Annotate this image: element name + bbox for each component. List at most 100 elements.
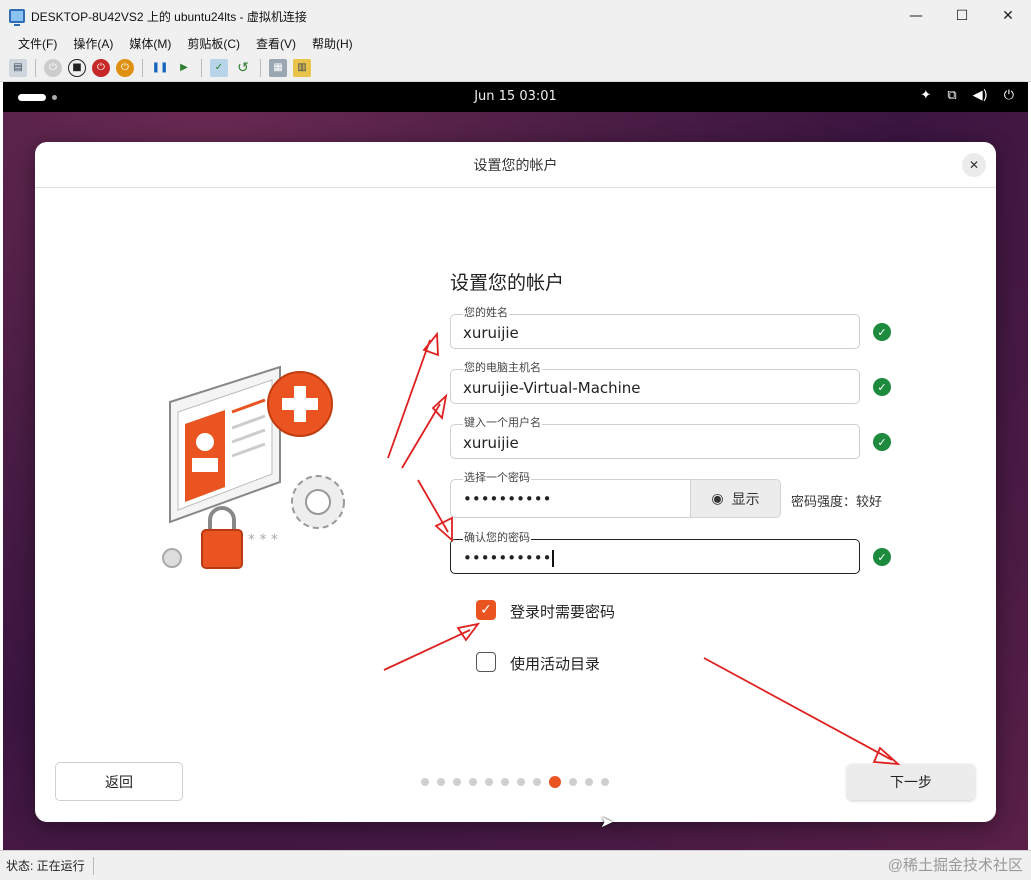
toolbar-divider [260, 58, 261, 77]
name-valid-icon: ✓ [873, 323, 891, 341]
status-text: 状态: 正在运行 [6, 859, 85, 873]
account-illustration: * * * [162, 365, 345, 569]
name-label: 您的姓名 [463, 306, 509, 319]
username-value: xuruijie [463, 434, 519, 452]
pause-icon[interactable]: ❚❚ [151, 59, 169, 77]
volume-icon[interactable]: ◀) [973, 88, 988, 103]
toolbar-divider [201, 58, 202, 77]
toolbar-divider [35, 58, 36, 77]
plus-badge-illustration [267, 371, 333, 437]
hostname-field[interactable]: 您的电脑主机名 xuruijie-Virtual-Machine [450, 362, 860, 404]
revert-icon[interactable]: ↺ [234, 59, 252, 77]
gnome-top-bar: Jun 15 03:01 ✦ ⧉ ◀) ⏻ [3, 82, 1028, 112]
progress-dot [601, 778, 609, 786]
network-icon[interactable]: ⧉ [947, 88, 956, 103]
password-field[interactable]: 选择一个密码 •••••••••• [450, 472, 692, 518]
back-button[interactable]: 返回 [55, 762, 183, 801]
show-password-label: 显示 [731, 491, 760, 508]
menubar: 文件(F) 操作(A) 媒体(M) 剪贴板(C) 查看(V) 帮助(H) [0, 32, 1031, 54]
window-controls: — ☐ ✕ [893, 0, 1031, 32]
confirm-password-field[interactable]: 确认您的密码 •••••••••• [450, 532, 860, 574]
password-asterisks: * * * [248, 532, 278, 548]
next-button[interactable]: 下一步 [847, 764, 975, 800]
checkpoint-icon[interactable]: ✓ [210, 58, 228, 77]
password-value: •••••••••• [463, 490, 552, 508]
mouse-pointer-icon: ➤ [600, 812, 614, 831]
status-divider [92, 856, 94, 875]
password-label: 选择一个密码 [463, 471, 531, 484]
dialog-header: 设置您的帐户 ✕ [35, 142, 996, 188]
minimize-button[interactable]: — [893, 0, 939, 32]
turn-off-icon[interactable]: ■ [68, 58, 86, 77]
power-icon[interactable]: ⏻ [1004, 88, 1014, 103]
menu-view[interactable]: 查看(V) [248, 35, 304, 52]
statusbar: 状态: 正在运行 [0, 850, 1031, 880]
active-directory-label[interactable]: 使用活动目录 [510, 653, 600, 674]
username-label: 键入一个用户名 [463, 416, 542, 429]
toolbar: ▤ ⏻ ■ ⏻ ⏻ ❚❚ ▶ ✓ ↺ ▦ ▥ [0, 54, 1031, 82]
accessibility-icon[interactable]: ✦ [920, 88, 931, 103]
close-icon: ✕ [968, 158, 980, 172]
enhanced-session-icon[interactable]: ▦ [269, 58, 287, 77]
padlock-illustration [201, 506, 243, 569]
small-gear-illustration [162, 548, 182, 568]
require-password-checkbox[interactable]: ✓ [476, 600, 496, 620]
confirm-password-label: 确认您的密码 [463, 531, 531, 544]
password-strength: 密码强度：较好 [791, 495, 883, 510]
save-icon[interactable]: ⏻ [116, 58, 134, 77]
hostname-label: 您的电脑主机名 [463, 361, 542, 374]
clock[interactable]: Jun 15 03:01 [3, 89, 1028, 104]
svg-text:* * *: * * * [248, 532, 278, 548]
progress-dot [533, 778, 541, 786]
hostname-valid-icon: ✓ [873, 378, 891, 396]
active-directory-checkbox[interactable] [476, 652, 496, 672]
watermark: @稀土掘金技术社区 [887, 857, 1023, 874]
text-caret [552, 550, 554, 567]
close-window-button[interactable]: ✕ [985, 0, 1031, 32]
menu-help[interactable]: 帮助(H) [304, 35, 361, 52]
confirm-password-value-wrap: •••••••••• [463, 549, 554, 567]
show-password-button[interactable]: ◉ 显示 [690, 479, 781, 518]
progress-dot-current [549, 776, 561, 788]
maximize-button[interactable]: ☐ [939, 0, 985, 32]
shutdown-icon[interactable]: ⏻ [92, 58, 110, 77]
guest-screen[interactable]: Jun 15 03:01 ✦ ⧉ ◀) ⏻ 设置您的帐户 ✕ * * * 设置您… [3, 82, 1028, 850]
start-icon[interactable]: ⏻ [44, 58, 62, 77]
confirm-password-value: •••••••••• [463, 549, 552, 567]
form-title: 设置您的帐户 [450, 272, 565, 294]
system-tray[interactable]: ✦ ⧉ ◀) ⏻ [920, 88, 1014, 103]
share-icon[interactable]: ▥ [293, 58, 311, 77]
setup-account-dialog: 设置您的帐户 ✕ * * * 设置您的帐户 您的姓名 xuruijie ✓ 您的… [35, 142, 996, 822]
ctrl-alt-del-icon[interactable]: ▤ [9, 58, 27, 77]
dialog-close-button[interactable]: ✕ [962, 153, 986, 177]
progress-dot [437, 778, 445, 786]
vm-connection-icon [9, 9, 25, 26]
progress-dot [517, 778, 525, 786]
gear-illustration [291, 475, 345, 529]
menu-file[interactable]: 文件(F) [10, 35, 65, 52]
menu-media[interactable]: 媒体(M) [121, 35, 179, 52]
confirm-valid-icon: ✓ [873, 548, 891, 566]
progress-dot [453, 778, 461, 786]
monitor-illustration [169, 365, 281, 524]
menu-clipboard[interactable]: 剪贴板(C) [179, 35, 248, 52]
resume-icon[interactable]: ▶ [175, 59, 193, 77]
username-field[interactable]: 键入一个用户名 xuruijie [450, 417, 860, 459]
menu-action[interactable]: 操作(A) [65, 35, 121, 52]
require-password-label[interactable]: 登录时需要密码 [510, 601, 615, 622]
progress-dot [485, 778, 493, 786]
window-titlebar: DESKTOP-8U42VS2 上的 ubuntu24lts - 虚拟机连接 —… [0, 0, 1031, 32]
progress-dots [421, 776, 609, 788]
username-valid-icon: ✓ [873, 433, 891, 451]
hostname-value: xuruijie-Virtual-Machine [463, 379, 641, 397]
window-title: DESKTOP-8U42VS2 上的 ubuntu24lts - 虚拟机连接 [31, 9, 307, 24]
progress-dot [501, 778, 509, 786]
name-value: xuruijie [463, 324, 519, 342]
name-field[interactable]: 您的姓名 xuruijie [450, 307, 860, 349]
eye-icon: ◉ [711, 490, 724, 507]
dialog-header-title: 设置您的帐户 [473, 157, 558, 174]
progress-dot [469, 778, 477, 786]
progress-dot [585, 778, 593, 786]
progress-dot [421, 778, 429, 786]
toolbar-divider [142, 58, 143, 77]
